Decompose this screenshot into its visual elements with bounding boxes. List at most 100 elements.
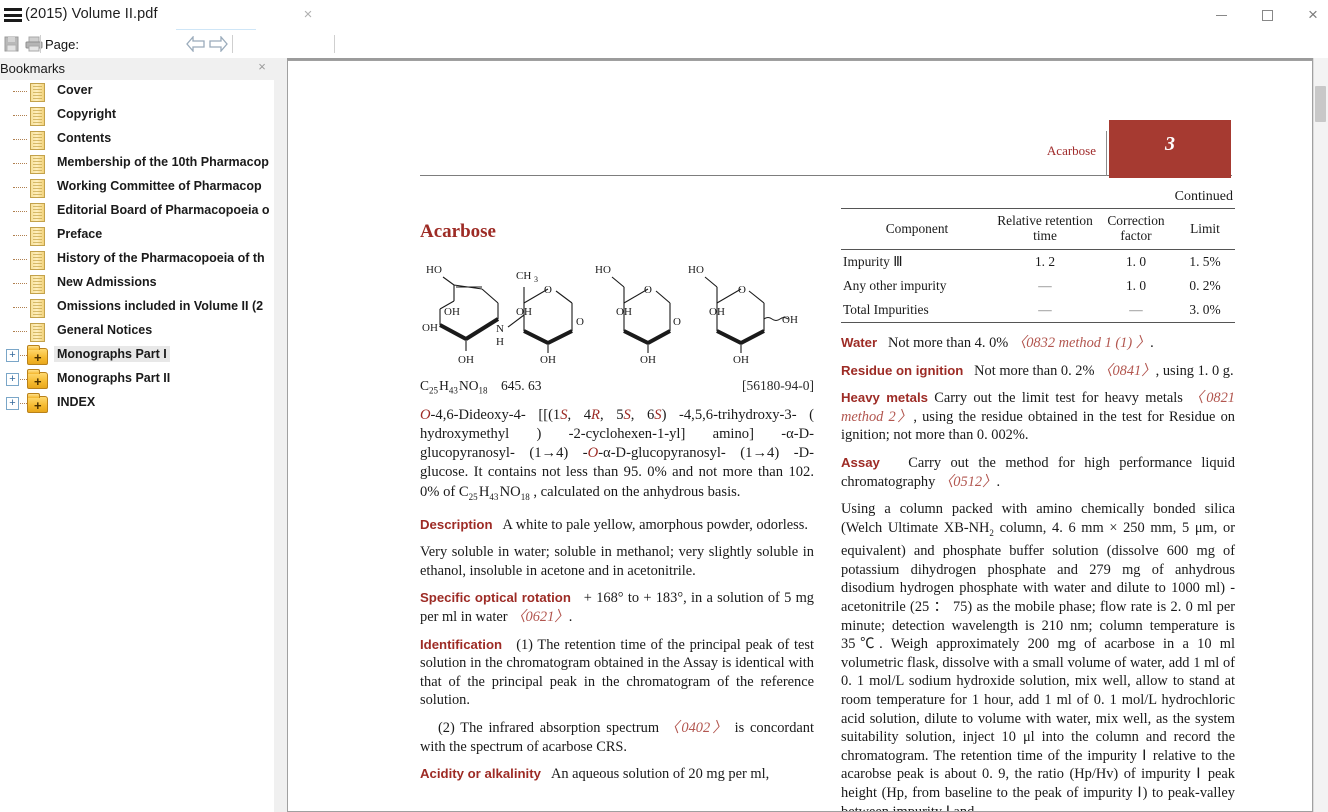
bookmark-item[interactable]: Cover (0, 80, 274, 104)
bookmark-item[interactable]: Omissions included in Volume II (2 (0, 296, 274, 320)
impurity-table-wrapper: Continued Component Relative retention t… (841, 189, 1235, 323)
bookmark-label: Omissions included in Volume II (2 (57, 299, 264, 313)
bookmarks-panel-title: Bookmarks (0, 61, 66, 76)
bookmark-page-icon (30, 155, 45, 174)
cell-limit: 3. 0% (1189, 302, 1221, 317)
bookmark-item[interactable]: History of the Pharmacopoeia of th (0, 248, 274, 272)
cell-component: Any other impurity (843, 278, 947, 293)
tree-connector (13, 163, 27, 164)
bookmark-folder-icon: + (27, 393, 48, 413)
table-header-row: Component Relative retention time Correc… (841, 209, 1235, 250)
tree-connector (13, 211, 27, 212)
section-head: Identification (420, 636, 503, 652)
table-head: Component Relative retention time Correc… (841, 208, 1235, 250)
tree-connector (13, 307, 27, 308)
column-header-limit: Limit (1190, 220, 1220, 236)
bookmark-label: Membership of the 10th Pharmacop (57, 155, 269, 169)
bookmark-item[interactable]: Working Committee of Pharmacop (0, 176, 274, 200)
previous-page-icon[interactable] (186, 35, 205, 53)
svg-text:OH: OH (733, 354, 749, 366)
expand-toggle-icon[interactable]: + (6, 397, 19, 410)
column-header-relative-retention-time: Relative retention time (997, 213, 1093, 243)
section-assay-method: Using a column packed with amino chemica… (841, 501, 1235, 812)
window-minimize-button[interactable] (1198, 0, 1244, 30)
svg-text:H: H (496, 336, 504, 348)
pdf-toolbar: Page: 46 / 1832 (0, 30, 1328, 84)
section-head: Heavy metals (841, 390, 928, 406)
bookmark-label: History of the Pharmacopoeia of th (57, 251, 265, 265)
bookmark-label: Editorial Board of Pharmacopoeia o (57, 203, 270, 217)
bookmark-page-icon (30, 83, 45, 102)
pdf-page[interactable]: Acarbose 3 Acarbose HO OH OH OH N H CH 3… (287, 60, 1313, 812)
page-number-text: 3 (1165, 133, 1175, 155)
bookmark-item[interactable]: + + INDEX (0, 392, 274, 416)
section-water: Water Not more than 4. 0% 〈0832 method 1… (841, 335, 1154, 351)
bookmark-label: INDEX (57, 395, 96, 409)
bookmark-item[interactable]: + + Monographs Part II (0, 368, 274, 392)
table-row: Total Impurities — — 3. 0% (841, 298, 1235, 323)
section-head: Specific optical rotation (420, 590, 571, 606)
svg-text:N: N (496, 323, 504, 335)
tree-connector (13, 187, 27, 188)
bookmark-label: Copyright (57, 107, 117, 121)
expand-toggle-icon[interactable]: + (6, 349, 19, 362)
cell-rrt: — (1038, 302, 1052, 317)
expand-toggle-icon[interactable]: + (6, 373, 19, 386)
formula-line: C25 H43 NO18 645. 63 [56180-94-0] (420, 378, 814, 396)
running-head: Acarbose (1046, 143, 1096, 158)
svg-text:HO: HO (688, 264, 704, 276)
bookmark-label: Working Committee of Pharmacop (57, 179, 262, 193)
bookmarks-tree[interactable]: Cover Copyright Contents Membership of the … (0, 80, 274, 812)
bookmark-folder-icon: + (27, 345, 48, 365)
window-close-button[interactable]: × (1290, 0, 1328, 30)
bookmark-item[interactable]: General Notices (0, 320, 274, 344)
next-page-icon[interactable] (209, 35, 228, 53)
document-tab-title[interactable]: (2015) Volume II.pdf (25, 6, 158, 22)
section-body: A white to pale yellow, amorphous powder… (502, 516, 808, 533)
bookmark-item[interactable]: Contents (0, 128, 274, 152)
bookmark-item[interactable]: Editorial Board of Pharmacopoeia o (0, 200, 274, 224)
svg-text:O: O (544, 284, 552, 296)
bookmark-label: General Notices (57, 323, 153, 337)
bookmark-page-icon (30, 107, 45, 126)
bookmark-item[interactable]: New Admissions (0, 272, 274, 296)
svg-text:OH: OH (422, 322, 438, 334)
monograph-title: Acarbose (420, 221, 496, 242)
tree-connector (13, 283, 27, 284)
column-header-correction-factor: Correction factor (1107, 213, 1165, 243)
bookmark-item[interactable]: Copyright (0, 104, 274, 128)
cell-component: Total Impurities (843, 302, 929, 317)
svg-text:OH: OH (782, 314, 798, 326)
bookmark-item[interactable]: Preface (0, 224, 274, 248)
bookmark-label: Preface (57, 227, 103, 241)
tab-close-icon[interactable]: × (300, 7, 316, 23)
table-row: Any other impurity — 1. 0 0. 2% (841, 274, 1235, 298)
hamburger-menu-icon[interactable] (4, 8, 22, 22)
print-icon[interactable] (24, 34, 44, 54)
tree-connector (13, 235, 27, 236)
bookmark-item[interactable]: + + Monographs Part I (0, 344, 274, 368)
window-maximize-button[interactable] (1244, 0, 1290, 30)
vertical-scrollbar-track[interactable] (1313, 58, 1328, 812)
tree-connector (13, 91, 27, 92)
molecular-formula: C25 H43 NO18 645. 63 (420, 378, 542, 396)
bookmark-item[interactable]: Membership of the 10th Pharmacop (0, 152, 274, 176)
vertical-scrollbar-thumb[interactable] (1315, 86, 1326, 122)
minimize-icon (1215, 14, 1227, 16)
bookmarks-close-icon[interactable]: × (255, 60, 269, 74)
svg-text:OH: OH (444, 306, 460, 318)
svg-text:O: O (738, 284, 746, 296)
chemical-structure-diagram: HO OH OH OH N H CH 3 O OH OH O HO O OH O… (420, 259, 814, 372)
svg-text:CH: CH (516, 270, 531, 282)
cell-limit: 0. 2% (1189, 278, 1221, 293)
bookmark-label: Contents (57, 131, 112, 145)
cell-component: Impurity Ⅲ (843, 254, 903, 269)
bookmark-page-icon (30, 179, 45, 198)
save-icon[interactable] (2, 34, 22, 54)
tree-connector (13, 139, 27, 140)
table-body: Impurity Ⅲ 1. 2 1. 0 1. 5% Any other imp… (841, 250, 1235, 323)
bookmark-page-icon (30, 299, 45, 318)
section-head: Assay (841, 454, 880, 470)
page-label: Page: (45, 37, 79, 52)
cell-rrt: 1. 2 (1034, 254, 1056, 269)
